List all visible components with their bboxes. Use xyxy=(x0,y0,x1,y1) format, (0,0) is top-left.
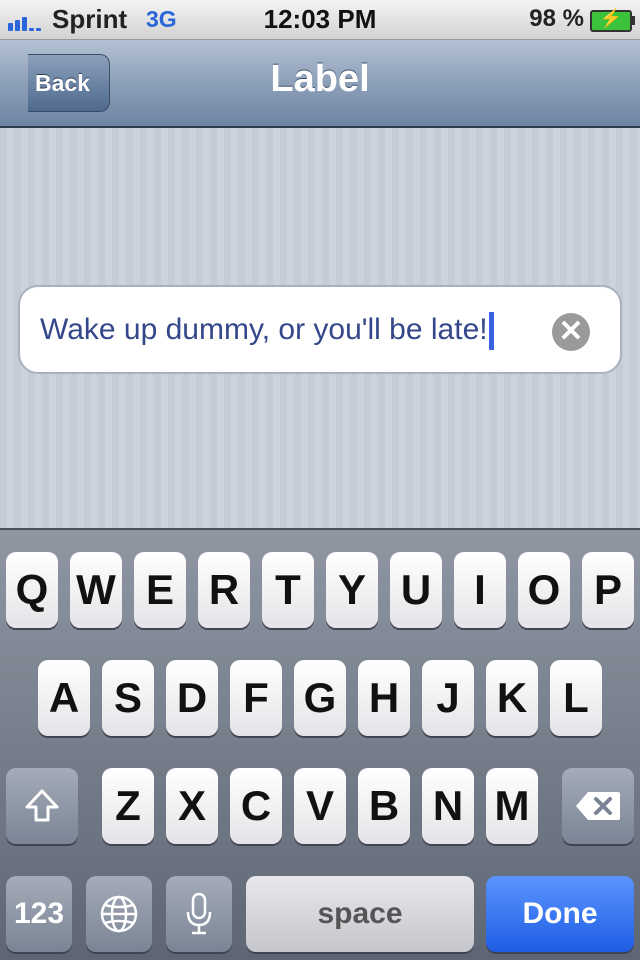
globe-icon xyxy=(100,895,138,933)
key-o[interactable]: O xyxy=(518,552,570,628)
key-d[interactable]: D xyxy=(166,660,218,736)
key-e[interactable]: E xyxy=(134,552,186,628)
battery-charging-icon: ⚡ xyxy=(590,8,635,32)
label-text-value: Wake up dummy, or you'll be late! xyxy=(40,312,488,346)
key-q[interactable]: Q xyxy=(6,552,58,628)
key-c[interactable]: C xyxy=(230,768,282,844)
label-text-value-wrap: Wake up dummy, or you'll be late! xyxy=(40,312,494,350)
key-b[interactable]: B xyxy=(358,768,410,844)
key-m[interactable]: M xyxy=(486,768,538,844)
key-z[interactable]: Z xyxy=(102,768,154,844)
key-t[interactable]: T xyxy=(262,552,314,628)
key-f[interactable]: F xyxy=(230,660,282,736)
shift-arrow-icon xyxy=(25,789,59,822)
shift-key[interactable] xyxy=(6,768,78,844)
key-w[interactable]: W xyxy=(70,552,122,628)
key-n[interactable]: N xyxy=(422,768,474,844)
key-l[interactable]: L xyxy=(550,660,602,736)
key-j[interactable]: J xyxy=(422,660,474,736)
keyboard: Q W E R T Y U I O P A S D F G H J K L Z … xyxy=(0,528,640,960)
key-x[interactable]: X xyxy=(166,768,218,844)
globe-key[interactable] xyxy=(86,876,152,952)
key-a[interactable]: A xyxy=(38,660,90,736)
battery-percent: 98 % xyxy=(529,5,584,32)
space-key[interactable]: space xyxy=(246,876,474,952)
key-u[interactable]: U xyxy=(390,552,442,628)
label-text-field[interactable]: Wake up dummy, or you'll be late! ✕ xyxy=(18,285,622,374)
key-h[interactable]: H xyxy=(358,660,410,736)
microphone-icon xyxy=(186,892,212,935)
status-bar: Sprint 3G 12:03 PM 98 % ⚡ xyxy=(0,0,640,40)
key-y[interactable]: Y xyxy=(326,552,378,628)
key-v[interactable]: V xyxy=(294,768,346,844)
key-g[interactable]: G xyxy=(294,660,346,736)
navigation-bar: Back Label xyxy=(0,40,640,128)
clear-x-icon[interactable]: ✕ xyxy=(552,313,590,351)
key-r[interactable]: R xyxy=(198,552,250,628)
done-key[interactable]: Done xyxy=(486,876,634,952)
microphone-key[interactable] xyxy=(166,876,232,952)
delete-backspace-icon xyxy=(576,792,620,820)
key-i[interactable]: I xyxy=(454,552,506,628)
page-title: Label xyxy=(270,58,370,100)
key-k[interactable]: K xyxy=(486,660,538,736)
content-area: Wake up dummy, or you'll be late! ✕ xyxy=(0,128,640,528)
numbers-key[interactable]: 123 xyxy=(6,876,72,952)
delete-key[interactable] xyxy=(562,768,634,844)
key-s[interactable]: S xyxy=(102,660,154,736)
text-cursor xyxy=(488,312,494,350)
key-p[interactable]: P xyxy=(582,552,634,628)
